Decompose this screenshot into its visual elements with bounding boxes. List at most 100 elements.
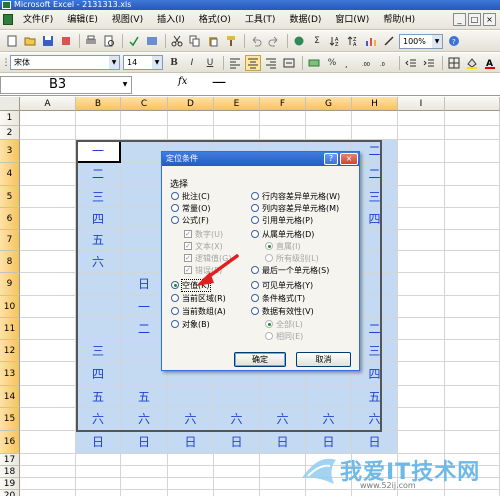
cell-filler-4[interactable] bbox=[445, 163, 500, 186]
radio-button[interactable] bbox=[171, 192, 179, 200]
cell-a5[interactable] bbox=[20, 186, 76, 208]
cell-b19[interactable] bbox=[76, 478, 121, 490]
minimize-button[interactable]: _ bbox=[453, 13, 466, 26]
cell-a18[interactable] bbox=[20, 466, 76, 478]
cell-c17[interactable] bbox=[121, 454, 168, 466]
cell-a6[interactable] bbox=[20, 208, 76, 230]
cell-b4[interactable]: 二 bbox=[76, 163, 121, 186]
row-header-6[interactable]: 6 bbox=[0, 208, 20, 230]
cell-a20[interactable] bbox=[20, 490, 76, 496]
cell-filler-11[interactable] bbox=[445, 318, 500, 340]
column-header-a[interactable]: A bbox=[20, 97, 76, 111]
radio-button[interactable] bbox=[171, 216, 179, 224]
column-header-h[interactable]: H bbox=[352, 97, 398, 111]
formula-input[interactable]: 一 bbox=[212, 76, 226, 92]
cell-b8[interactable]: 六 bbox=[76, 251, 121, 273]
option-right_options-8[interactable]: 条件格式(T) bbox=[251, 292, 305, 304]
cell-d18[interactable] bbox=[168, 466, 214, 478]
cell-e17[interactable] bbox=[214, 454, 260, 466]
cell-b20[interactable] bbox=[76, 490, 121, 496]
column-header-f[interactable]: F bbox=[260, 97, 306, 111]
row-header-14[interactable]: 14 bbox=[0, 386, 20, 408]
column-header-c[interactable]: C bbox=[121, 97, 168, 111]
cell-i8[interactable] bbox=[398, 251, 445, 273]
cell-a15[interactable] bbox=[20, 408, 76, 431]
cell-a7[interactable] bbox=[20, 230, 76, 251]
cell-a17[interactable] bbox=[20, 454, 76, 466]
cell-e15[interactable]: 六 bbox=[214, 408, 260, 431]
cell-a9[interactable] bbox=[20, 273, 76, 296]
research-icon[interactable] bbox=[144, 33, 160, 49]
permission-icon[interactable] bbox=[58, 33, 74, 49]
cell-a8[interactable] bbox=[20, 251, 76, 273]
column-header-i[interactable]: I bbox=[398, 97, 445, 111]
cell-d1[interactable] bbox=[168, 111, 214, 126]
name-box[interactable]: B3 ▼ bbox=[0, 76, 132, 94]
sort-ascending-icon[interactable]: AZ bbox=[327, 33, 343, 49]
cell-filler-10[interactable] bbox=[445, 296, 500, 318]
cell-a2[interactable] bbox=[20, 126, 76, 140]
cell-b2[interactable] bbox=[76, 126, 121, 140]
option-left_options-2[interactable]: 公式(F) bbox=[171, 214, 209, 226]
cell-c1[interactable] bbox=[121, 111, 168, 126]
cell-filler-7[interactable] bbox=[445, 230, 500, 251]
cell-a13[interactable] bbox=[20, 362, 76, 386]
cell-c18[interactable] bbox=[121, 466, 168, 478]
option-left_options-1[interactable]: 常量(O) bbox=[171, 202, 211, 214]
cell-filler-6[interactable] bbox=[445, 208, 500, 230]
increase-decimal-icon[interactable]: .00 bbox=[360, 55, 376, 71]
option-right_options-0[interactable]: 行内容差异单元格(W) bbox=[251, 190, 340, 202]
cell-e20[interactable] bbox=[214, 490, 260, 496]
chevron-down-icon[interactable]: ▼ bbox=[109, 56, 119, 69]
cell-i2[interactable] bbox=[398, 126, 445, 140]
cell-b7[interactable]: 五 bbox=[76, 230, 121, 251]
row-header-19[interactable]: 19 bbox=[0, 478, 20, 490]
cell-c2[interactable] bbox=[121, 126, 168, 140]
cell-filler-9[interactable] bbox=[445, 273, 500, 296]
menu-format[interactable]: 格式(O) bbox=[192, 11, 238, 29]
cell-i14[interactable] bbox=[398, 386, 445, 408]
cell-a14[interactable] bbox=[20, 386, 76, 408]
menu-insert[interactable]: 插入(I) bbox=[150, 11, 192, 29]
font-color-icon[interactable]: A bbox=[482, 55, 498, 71]
cell-i7[interactable] bbox=[398, 230, 445, 251]
radio-button[interactable] bbox=[171, 320, 179, 328]
menu-data[interactable]: 数据(D) bbox=[282, 11, 328, 29]
cell-a11[interactable] bbox=[20, 318, 76, 340]
chevron-down-icon[interactable]: ▼ bbox=[432, 34, 442, 48]
copy-icon[interactable] bbox=[187, 33, 203, 49]
column-header-d[interactable]: D bbox=[168, 97, 214, 111]
cell-a19[interactable] bbox=[20, 478, 76, 490]
row-header-17[interactable]: 17 bbox=[0, 454, 20, 466]
cell-b18[interactable] bbox=[76, 466, 121, 478]
radio-button[interactable] bbox=[251, 266, 259, 274]
cell-filler-5[interactable] bbox=[445, 186, 500, 208]
cell-a1[interactable] bbox=[20, 111, 76, 126]
cell-i1[interactable] bbox=[398, 111, 445, 126]
cell-i15[interactable] bbox=[398, 408, 445, 431]
option-right_options-1[interactable]: 列内容差异单元格(M) bbox=[251, 202, 339, 214]
cell-e2[interactable] bbox=[214, 126, 260, 140]
cell-f2[interactable] bbox=[260, 126, 306, 140]
option-left_options-10[interactable]: 对象(B) bbox=[171, 318, 210, 330]
cell-d2[interactable] bbox=[168, 126, 214, 140]
font-select[interactable]: 宋体 ▼ bbox=[10, 55, 120, 70]
new-icon[interactable] bbox=[4, 33, 20, 49]
menu-edit[interactable]: 编辑(E) bbox=[60, 11, 105, 29]
radio-button[interactable] bbox=[251, 192, 259, 200]
menu-file[interactable]: 文件(F) bbox=[16, 11, 60, 29]
cell-i10[interactable] bbox=[398, 296, 445, 318]
cell-c15[interactable]: 六 bbox=[121, 408, 168, 431]
cell-b5[interactable]: 三 bbox=[76, 186, 121, 208]
row-header-13[interactable]: 13 bbox=[0, 362, 20, 386]
cell-i13[interactable] bbox=[398, 362, 445, 386]
cell-b15[interactable]: 六 bbox=[76, 408, 121, 431]
cell-a10[interactable] bbox=[20, 296, 76, 318]
cell-f14[interactable] bbox=[260, 386, 306, 408]
cell-filler-2[interactable] bbox=[445, 126, 500, 140]
radio-button[interactable] bbox=[171, 307, 179, 315]
cell-g1[interactable] bbox=[306, 111, 352, 126]
drawing-icon[interactable] bbox=[381, 33, 397, 49]
row-header-8[interactable]: 8 bbox=[0, 251, 20, 273]
cell-f15[interactable]: 六 bbox=[260, 408, 306, 431]
